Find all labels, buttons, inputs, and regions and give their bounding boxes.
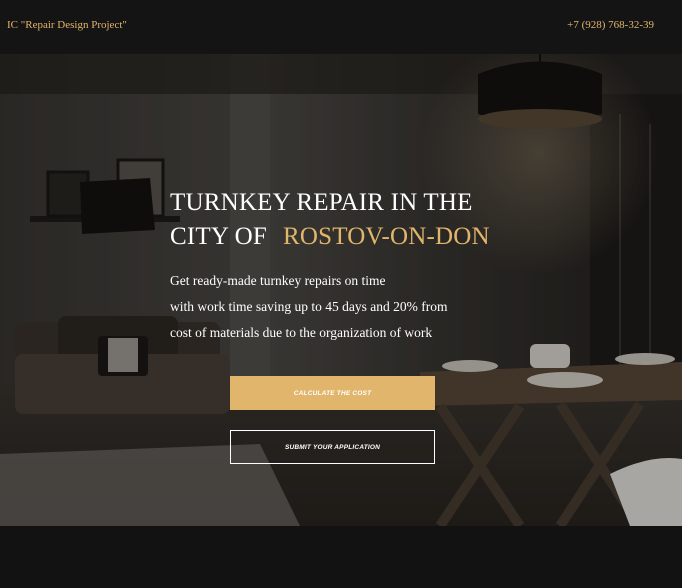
brand-name[interactable]: IC "Repair Design Project" [7, 19, 127, 31]
description-line-3: cost of materials due to the organizatio… [170, 325, 433, 340]
bottom-section [0, 526, 682, 588]
phone-link[interactable]: +7 (928) 768-32-39 [567, 19, 654, 31]
hero-description: Get ready-made turnkey repairs on time w… [170, 268, 500, 346]
hero-headline: TURNKEY REPAIR IN THE CITY OF ROSTOV-ON-D… [170, 186, 490, 254]
description-line-1: Get ready-made turnkey repairs on time [170, 273, 386, 288]
top-bar: IC "Repair Design Project" +7 (928) 768-… [0, 0, 682, 54]
submit-application-button[interactable]: SUBMIT YOUR APPLICATION [230, 430, 435, 464]
description-line-2: with work time saving up to 45 days and … [170, 299, 448, 314]
headline-city-name: ROSTOV-ON-DON [283, 223, 490, 250]
hero-section: TURNKEY REPAIR IN THE CITY OF ROSTOV-ON-D… [0, 54, 682, 526]
headline-line-2: CITY OF ROSTOV-ON-DON [170, 220, 490, 254]
calculate-cost-button[interactable]: CALCULATE THE COST [230, 376, 435, 410]
headline-line-1: TURNKEY REPAIR IN THE [170, 189, 473, 216]
headline-city-prefix: CITY OF [170, 223, 268, 250]
